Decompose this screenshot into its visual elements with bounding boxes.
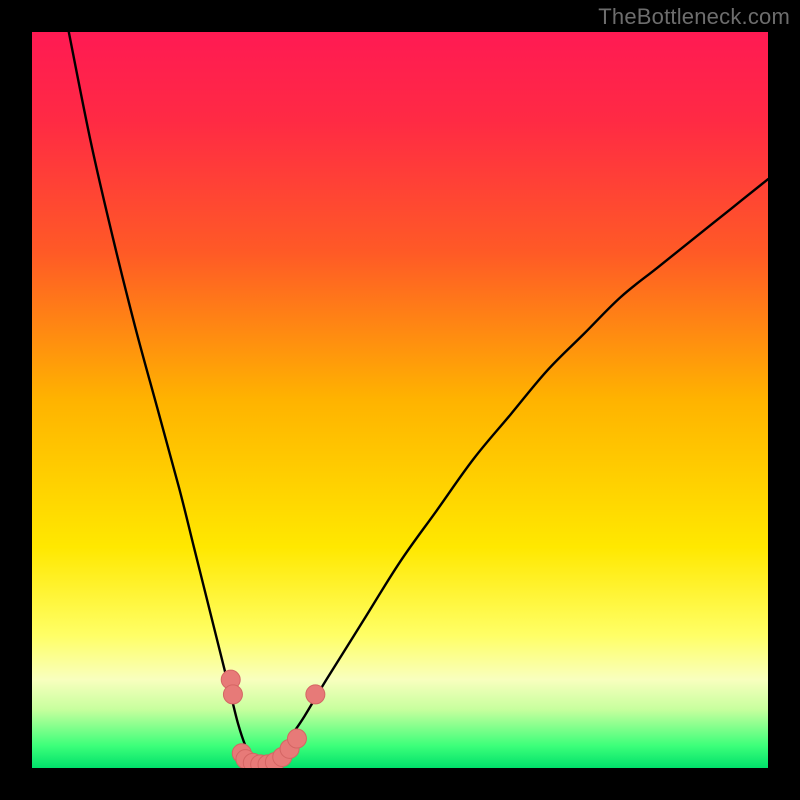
curve-marker xyxy=(306,685,325,704)
watermark-text: TheBottleneck.com xyxy=(598,4,790,30)
gradient-background xyxy=(32,32,768,768)
outer-frame: TheBottleneck.com xyxy=(0,0,800,800)
plot-area xyxy=(32,32,768,768)
curve-marker xyxy=(223,685,242,704)
curve-marker xyxy=(287,729,306,748)
chart-svg xyxy=(32,32,768,768)
